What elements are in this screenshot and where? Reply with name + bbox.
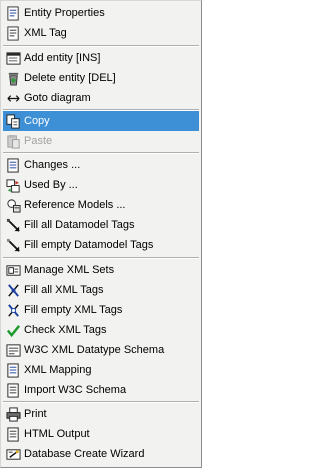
menu-item-import-w3c-schema[interactable]: Import W3C Schema — [3, 380, 199, 400]
menu-item-delete-entity[interactable]: Delete entity [DEL] — [3, 68, 199, 88]
fill-tags-icon — [5, 217, 21, 233]
xml-tag-icon — [5, 25, 21, 41]
add-entity-icon — [5, 50, 21, 66]
trash-icon — [5, 70, 21, 86]
menu-item-used-by[interactable]: Used By ... — [3, 175, 199, 195]
html-output-icon — [5, 426, 21, 442]
menu-item-label: XML Mapping — [24, 364, 92, 376]
menu-item-label: Reference Models ... — [24, 199, 126, 211]
menu-item-add-entity[interactable]: Add entity [INS] — [3, 48, 199, 68]
import-schema-icon — [5, 382, 21, 398]
menu-item-label: XML Tag — [24, 27, 67, 39]
schema-icon — [5, 342, 21, 358]
menu-item-label: Print — [24, 408, 47, 420]
fill-empty-tags-icon — [5, 237, 21, 253]
menu-item-label: Fill all XML Tags — [24, 284, 104, 296]
menu-item-label: Check XML Tags — [24, 324, 107, 336]
menu-item-label: Paste — [24, 135, 53, 147]
menu-item-print[interactable]: Print — [3, 404, 199, 424]
menu-item-fill-all-xml-tags[interactable]: Fill all XML Tags — [3, 280, 199, 300]
menu-item-w3c-xml-datatype-schema[interactable]: W3C XML Datatype Schema — [3, 340, 199, 360]
fill-xml-tags-icon — [5, 282, 21, 298]
database-wizard-icon — [5, 446, 21, 462]
menu-item-label: Entity Properties — [24, 7, 105, 19]
menu-separator — [3, 257, 199, 259]
menu-separator — [3, 45, 199, 47]
menu-item-paste[interactable]: Paste — [3, 131, 199, 151]
properties-icon — [5, 5, 21, 21]
menu-item-fill-all-datamodel-tags[interactable]: Fill all Datamodel Tags — [3, 215, 199, 235]
menu-item-html-output[interactable]: HTML Output — [3, 424, 199, 444]
menu-item-fill-empty-datamodel-tags[interactable]: Fill empty Datamodel Tags — [3, 235, 199, 255]
menu-item-label: Add entity [INS] — [24, 52, 101, 64]
menu-item-database-create-wizard[interactable]: Database Create Wizard — [3, 444, 199, 464]
reference-models-icon — [5, 197, 21, 213]
menu-item-label: Fill all Datamodel Tags — [24, 219, 135, 231]
context-menu: Entity Properties XML Tag Add entity [IN… — [0, 0, 202, 468]
changes-icon — [5, 157, 21, 173]
used-by-icon — [5, 177, 21, 193]
menu-item-label: Changes ... — [24, 159, 81, 171]
menu-item-label: Goto diagram — [24, 92, 91, 104]
printer-icon — [5, 406, 21, 422]
menu-item-xml-mapping[interactable]: XML Mapping — [3, 360, 199, 380]
menu-item-goto-diagram[interactable]: Goto diagram — [3, 88, 199, 108]
xml-mapping-icon — [5, 362, 21, 378]
copy-icon — [5, 113, 21, 129]
menu-item-entity-properties[interactable]: Entity Properties — [3, 3, 199, 23]
menu-item-label: Fill empty Datamodel Tags — [24, 239, 154, 251]
menu-item-label: W3C XML Datatype Schema — [24, 344, 165, 356]
menu-item-label: Manage XML Sets — [24, 264, 115, 276]
menu-item-copy[interactable]: Copy — [3, 111, 199, 131]
menu-item-label: Import W3C Schema — [24, 384, 127, 396]
menu-item-label: HTML Output — [24, 428, 90, 440]
menu-separator — [3, 152, 199, 154]
menu-item-fill-empty-xml-tags[interactable]: Fill empty XML Tags — [3, 300, 199, 320]
menu-item-label: Copy — [24, 115, 50, 127]
manage-xml-sets-icon — [5, 262, 21, 278]
menu-item-label: Database Create Wizard — [24, 448, 145, 460]
menu-item-reference-models[interactable]: Reference Models ... — [3, 195, 199, 215]
checkmark-icon — [5, 322, 21, 338]
menu-item-label: Delete entity [DEL] — [24, 72, 116, 84]
menu-item-changes[interactable]: Changes ... — [3, 155, 199, 175]
menu-separator — [3, 401, 199, 403]
menu-item-xml-tag[interactable]: XML Tag — [3, 23, 199, 43]
double-arrow-icon — [5, 90, 21, 106]
menu-item-label: Used By ... — [24, 179, 78, 191]
menu-item-check-xml-tags[interactable]: Check XML Tags — [3, 320, 199, 340]
menu-item-manage-xml-sets[interactable]: Manage XML Sets — [3, 260, 199, 280]
paste-icon — [5, 133, 21, 149]
menu-item-label: Fill empty XML Tags — [24, 304, 123, 316]
fill-empty-xml-tags-icon — [5, 302, 21, 318]
